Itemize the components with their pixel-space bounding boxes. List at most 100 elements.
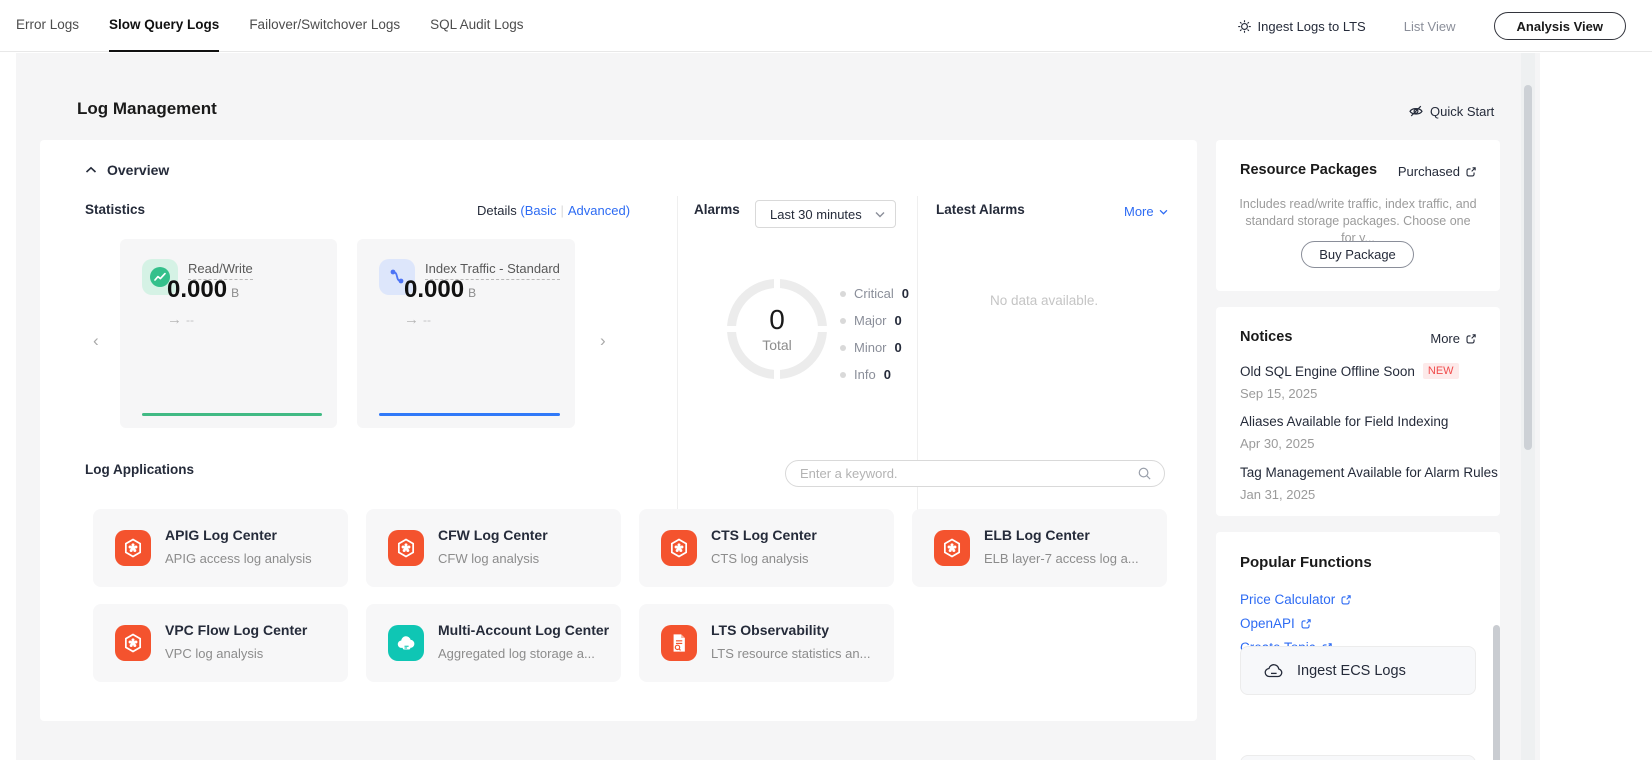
resource-packages-description: Includes read/write traffic, index traff… (1238, 196, 1478, 247)
doc-search-icon (661, 625, 697, 661)
tab-failover-switchover-logs[interactable]: Failover/Switchover Logs (249, 0, 400, 52)
app-title: CFW Log Center (438, 527, 548, 543)
cloud-icon (388, 625, 424, 661)
stat-accent-line (379, 413, 560, 416)
app-desc: Aggregated log storage a... (438, 646, 608, 661)
ingest-ecs-logs-label: Ingest ECS Logs (1297, 663, 1406, 679)
app-card-cts-log-center[interactable]: CTS Log Center CTS log analysis (639, 509, 894, 587)
purchased-link[interactable]: Purchased (1398, 164, 1477, 179)
alarms-label: Alarms (694, 202, 740, 217)
stat-card-read-write[interactable]: Read/Write 0.000B →-- (120, 239, 337, 428)
app-desc: CFW log analysis (438, 551, 608, 566)
analysis-view-toggle[interactable]: Analysis View (1494, 12, 1626, 40)
latest-alarms-empty-text: No data available. (990, 293, 1098, 308)
notice-title-text: Tag Management Available for Alarm Rules (1240, 465, 1498, 480)
stat-value: 0.000B (404, 276, 476, 304)
hexagon-star-icon (661, 530, 697, 566)
stat-accent-line (142, 413, 322, 416)
hexagon-star-icon (388, 530, 424, 566)
legend-item-info: Info 0 (840, 367, 909, 382)
notice-date: Sep 15, 2025 (1240, 386, 1480, 401)
ingest-logs-to-lts-link[interactable]: Ingest Logs to LTS (1237, 19, 1366, 34)
notice-date: Apr 30, 2025 (1240, 436, 1480, 451)
popular-functions-title: Popular Functions (1240, 554, 1372, 571)
app-desc: VPC log analysis (165, 646, 335, 661)
tab-error-logs[interactable]: Error Logs (16, 0, 79, 52)
tab-slow-query-logs[interactable]: Slow Query Logs (109, 0, 219, 52)
stat-trend: →-- (167, 311, 194, 328)
hexagon-star-icon (115, 625, 151, 661)
page-title: Log Management (77, 99, 217, 119)
legend-dot (840, 372, 846, 378)
legend-item-major: Major 0 (840, 313, 909, 328)
app-card-cfw-log-center[interactable]: CFW Log Center CFW log analysis (366, 509, 621, 587)
external-link-icon (1340, 594, 1352, 606)
gear-icon (1237, 19, 1252, 34)
latest-alarms-label: Latest Alarms (936, 202, 1025, 217)
app-card-multi-account-log-center[interactable]: Multi-Account Log Center Aggregated log … (366, 604, 621, 682)
latest-alarms-more-link[interactable]: More (1124, 204, 1168, 219)
search-icon[interactable] (1137, 466, 1152, 481)
stat-unit: B (468, 286, 476, 300)
chevron-down-icon (1159, 209, 1168, 215)
quick-start-label: Quick Start (1430, 104, 1494, 119)
app-card-vpc-flow-log-center[interactable]: VPC Flow Log Center VPC log analysis (93, 604, 348, 682)
external-link-icon (1465, 166, 1477, 178)
app-card-apig-log-center[interactable]: APIG Log Center APIG access log analysis (93, 509, 348, 587)
notices-title: Notices (1240, 329, 1292, 345)
new-badge: NEW (1423, 363, 1459, 379)
search-input[interactable] (786, 466, 1137, 481)
statistics-details-switch: Details (Basic|Advanced) (477, 203, 630, 218)
external-link-icon (1465, 333, 1477, 345)
page-scrollbar[interactable] (1524, 85, 1532, 450)
hexagon-star-icon (115, 530, 151, 566)
alarm-time-range-value: Last 30 minutes (770, 207, 862, 222)
alarm-total-label: Total (762, 337, 792, 353)
app-desc: CTS log analysis (711, 551, 881, 566)
resource-packages-title: Resource Packages (1240, 162, 1377, 178)
list-view-toggle[interactable]: List View (1404, 19, 1456, 34)
stat-trend: →-- (404, 311, 431, 328)
overview-card: Overview Statistics Details (Basic|Advan… (40, 140, 1197, 721)
popular-functions-scrollbar[interactable] (1493, 625, 1500, 760)
stat-card-index-traffic[interactable]: Index Traffic - Standard 0.000B →-- (357, 239, 575, 428)
stat-unit: B (231, 286, 239, 300)
cloud-outline-icon (1263, 662, 1285, 680)
alarm-total: 0 Total (727, 279, 827, 379)
carousel-right-arrow[interactable]: › (600, 331, 606, 351)
app-title: VPC Flow Log Center (165, 622, 307, 638)
overview-title: Overview (107, 162, 169, 178)
app-card-elb-log-center[interactable]: ELB Log Center ELB layer-7 access log a.… (912, 509, 1167, 587)
application-search (785, 460, 1165, 487)
quick-item-partial[interactable] (1240, 755, 1476, 760)
log-type-tabs: Error Logs Slow Query Logs Failover/Swit… (16, 0, 523, 52)
details-basic-link[interactable]: (Basic (520, 203, 556, 218)
external-link-icon (1300, 618, 1312, 630)
notices-more-link[interactable]: More (1430, 331, 1477, 346)
eye-off-icon (1408, 103, 1424, 119)
openapi-link[interactable]: OpenAPI (1240, 612, 1312, 636)
alarm-time-range-select[interactable]: Last 30 minutes (755, 200, 896, 228)
notice-item[interactable]: Aliases Available for Field Indexing Apr… (1240, 414, 1480, 451)
notice-item[interactable]: Tag Management Available for Alarm Rules… (1240, 465, 1480, 502)
legend-dot (840, 345, 846, 351)
tab-sql-audit-logs[interactable]: SQL Audit Logs (430, 0, 523, 52)
chevron-down-icon (875, 211, 885, 218)
app-title: LTS Observability (711, 622, 829, 638)
app-desc: LTS resource statistics an... (711, 646, 881, 661)
notice-item[interactable]: Old SQL Engine Offline Soon NEW Sep 15, … (1240, 363, 1480, 401)
details-advanced-link[interactable]: Advanced) (568, 203, 630, 218)
quick-start-toggle[interactable]: Quick Start (1408, 103, 1494, 119)
legend-dot (840, 291, 846, 297)
app-card-lts-observability[interactable]: LTS Observability LTS resource statistic… (639, 604, 894, 682)
overview-collapse-toggle[interactable]: Overview (85, 162, 169, 178)
buy-package-button[interactable]: Buy Package (1301, 241, 1414, 268)
stat-value: 0.000B (167, 276, 239, 304)
notice-date: Jan 31, 2025 (1240, 487, 1480, 502)
carousel-left-arrow[interactable]: ‹ (93, 331, 99, 351)
details-label: Details (477, 203, 517, 218)
alarm-total-value: 0 (769, 305, 785, 334)
notices-card: Notices More Old SQL Engine Offline Soon… (1216, 307, 1500, 516)
price-calculator-link[interactable]: Price Calculator (1240, 588, 1352, 612)
ingest-ecs-logs-button[interactable]: Ingest ECS Logs (1240, 646, 1476, 695)
